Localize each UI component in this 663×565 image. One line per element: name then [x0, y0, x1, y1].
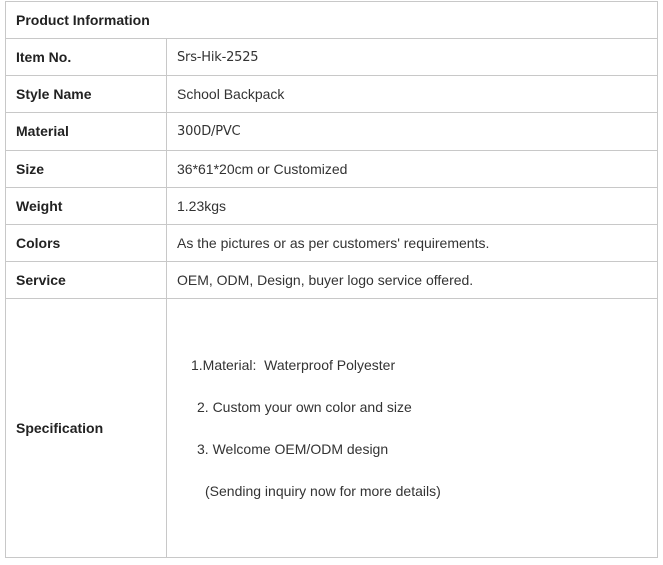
row-label-specification: Specification: [5, 298, 167, 558]
row-label-material: Material: [5, 112, 167, 151]
table-row: Service OEM, ODM, Design, buyer logo ser…: [5, 260, 658, 300]
row-label-size: Size: [5, 149, 167, 188]
row-value-service: OEM, ODM, Design, buyer logo service off…: [166, 260, 658, 300]
row-label-weight: Weight: [5, 186, 167, 225]
spec-line: 2. Custom your own color and size: [197, 399, 412, 415]
row-label-colors: Colors: [5, 223, 167, 262]
row-value-style-name: School Backpack: [166, 75, 658, 114]
table-row: Colors As the pictures or as per custome…: [5, 223, 658, 262]
row-value-colors: As the pictures or as per customers' req…: [166, 223, 658, 262]
row-label-item-no: Item No.: [5, 38, 167, 77]
table-row-specification: Specification 1.Material: Waterproof Pol…: [5, 298, 658, 558]
spec-line: 1.Material: Waterproof Polyester: [191, 357, 396, 373]
table-row: Style Name School Backpack: [5, 75, 658, 114]
row-value-size: 36*61*20cm or Customized: [166, 149, 658, 188]
table-header-row: Product Information: [5, 0, 658, 40]
spec-line: (Sending inquiry now for more details): [205, 483, 441, 499]
row-value-specification: 1.Material: Waterproof Polyester 2. Cust…: [166, 298, 658, 558]
spec-line: 3. Welcome OEM/ODM design: [197, 441, 389, 457]
row-label-service: Service: [5, 260, 167, 300]
table-title: Product Information: [5, 0, 658, 40]
row-value-weight: 1.23kgs: [166, 186, 658, 225]
table-row: Weight 1.23kgs: [5, 186, 658, 225]
table-row: Item No. Srs-Hik-2525: [5, 38, 658, 77]
row-value-material: 300D/PVC: [166, 112, 658, 151]
product-info-table: Product Information Item No. Srs-Hik-252…: [5, 0, 658, 558]
table-row: Size 36*61*20cm or Customized: [5, 149, 658, 188]
row-value-item-no: Srs-Hik-2525: [166, 38, 658, 77]
row-label-style-name: Style Name: [5, 75, 167, 114]
table-row: Material 300D/PVC: [5, 112, 658, 151]
